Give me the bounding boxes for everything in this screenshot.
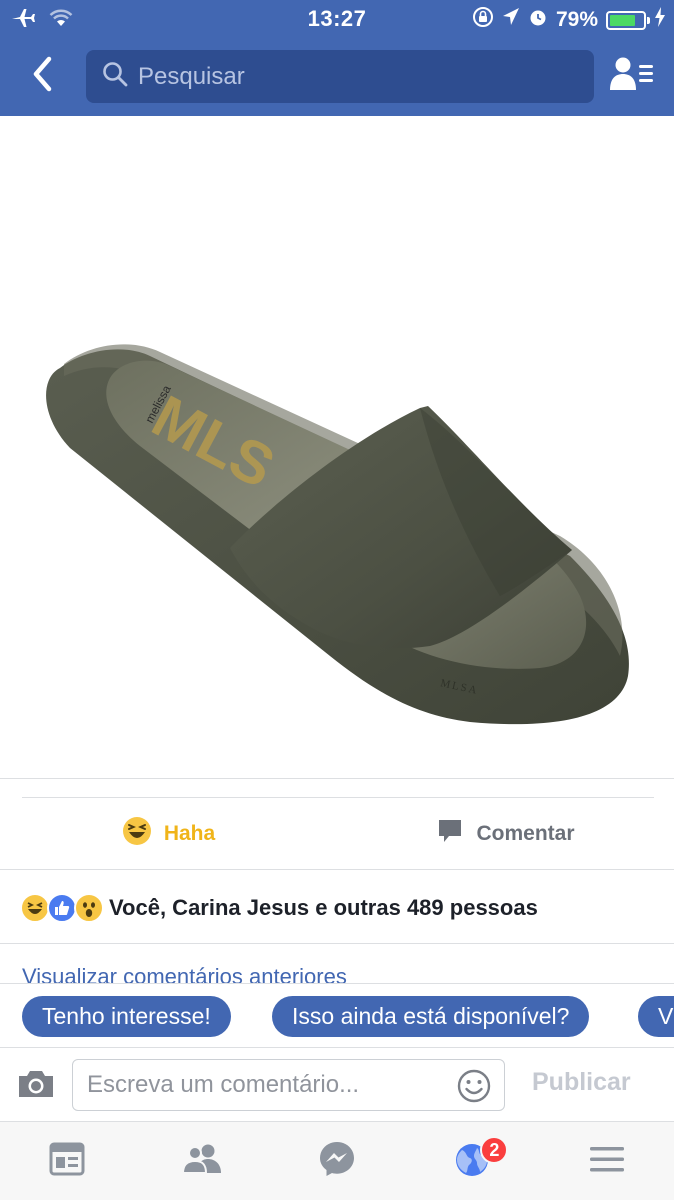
haha-reaction-button[interactable]: Haha: [0, 798, 337, 869]
emoji-button[interactable]: [456, 1068, 492, 1104]
tab-notifications[interactable]: 2: [404, 1122, 539, 1200]
post-actions: Haha Comentar: [0, 798, 674, 869]
tab-messenger[interactable]: [270, 1122, 405, 1200]
reactions-text: Você, Carina Jesus e outras 489 pessoas: [109, 895, 538, 920]
alarm-icon: [528, 7, 548, 33]
post-photo[interactable]: MLS melissa MLSA: [0, 116, 674, 778]
smiley-icon: [457, 1069, 491, 1103]
comment-icon: [436, 817, 464, 851]
battery-percent: 79%: [555, 8, 598, 31]
tab-friends[interactable]: [135, 1122, 270, 1200]
quick-reply-chip[interactable]: Tenho interesse!: [22, 996, 231, 1037]
top-bar: 13:27 79% Pesquisar: [0, 0, 674, 116]
notifications-badge: 2: [480, 1136, 509, 1164]
charging-icon: [654, 7, 666, 33]
menu-icon: [588, 1144, 626, 1179]
comment-composer: Escreva um comentário... Publicar: [0, 1047, 674, 1121]
view-previous-comments-link[interactable]: Visualizar comentários anteriores: [22, 964, 347, 984]
messenger-icon: [318, 1140, 356, 1183]
tab-news-feed[interactable]: [0, 1122, 135, 1200]
search-input[interactable]: Pesquisar: [86, 50, 594, 103]
tab-menu[interactable]: [539, 1122, 674, 1200]
like-icon: [47, 893, 77, 923]
quick-reply-chip[interactable]: Isso ainda está disponível?: [272, 996, 590, 1037]
publish-button[interactable]: Publicar: [532, 1068, 631, 1097]
tab-bar: 2: [0, 1121, 674, 1200]
orientation-lock-icon: [472, 6, 494, 34]
news-feed-icon: [49, 1142, 85, 1181]
camera-button[interactable]: [16, 1068, 56, 1102]
comment-placeholder: Escreva um comentário...: [87, 1071, 360, 1098]
battery-icon: [606, 10, 650, 30]
haha-icon: [20, 893, 50, 923]
friends-icon: [181, 1143, 223, 1180]
status-bar: 13:27 79%: [0, 0, 674, 38]
quick-replies-bar: Tenho interesse! Isso ainda está disponí…: [0, 983, 674, 1047]
divider: [0, 869, 674, 870]
chevron-left-icon: [31, 56, 53, 97]
divider: [0, 943, 674, 944]
comment-label: Comentar: [476, 821, 575, 845]
camera-icon: [16, 1071, 56, 1104]
quick-reply-chip[interactable]: V: [638, 996, 674, 1037]
comment-button[interactable]: Comentar: [337, 798, 674, 869]
reaction-icons: [20, 893, 104, 923]
reactions-summary[interactable]: Você, Carina Jesus e outras 489 pessoas: [20, 888, 538, 928]
search-icon: [102, 61, 128, 92]
haha-label: Haha: [163, 821, 216, 845]
location-icon: [502, 7, 520, 33]
friend-list-icon: [609, 56, 655, 97]
back-button[interactable]: [20, 54, 64, 98]
friend-list-button[interactable]: [606, 54, 658, 98]
divider: [0, 778, 674, 779]
wow-icon: [74, 893, 104, 923]
search-placeholder: Pesquisar: [138, 62, 245, 90]
sandal-image: MLS melissa MLSA: [46, 344, 629, 725]
haha-icon: [122, 816, 152, 852]
comment-input[interactable]: Escreva um comentário...: [72, 1059, 505, 1111]
